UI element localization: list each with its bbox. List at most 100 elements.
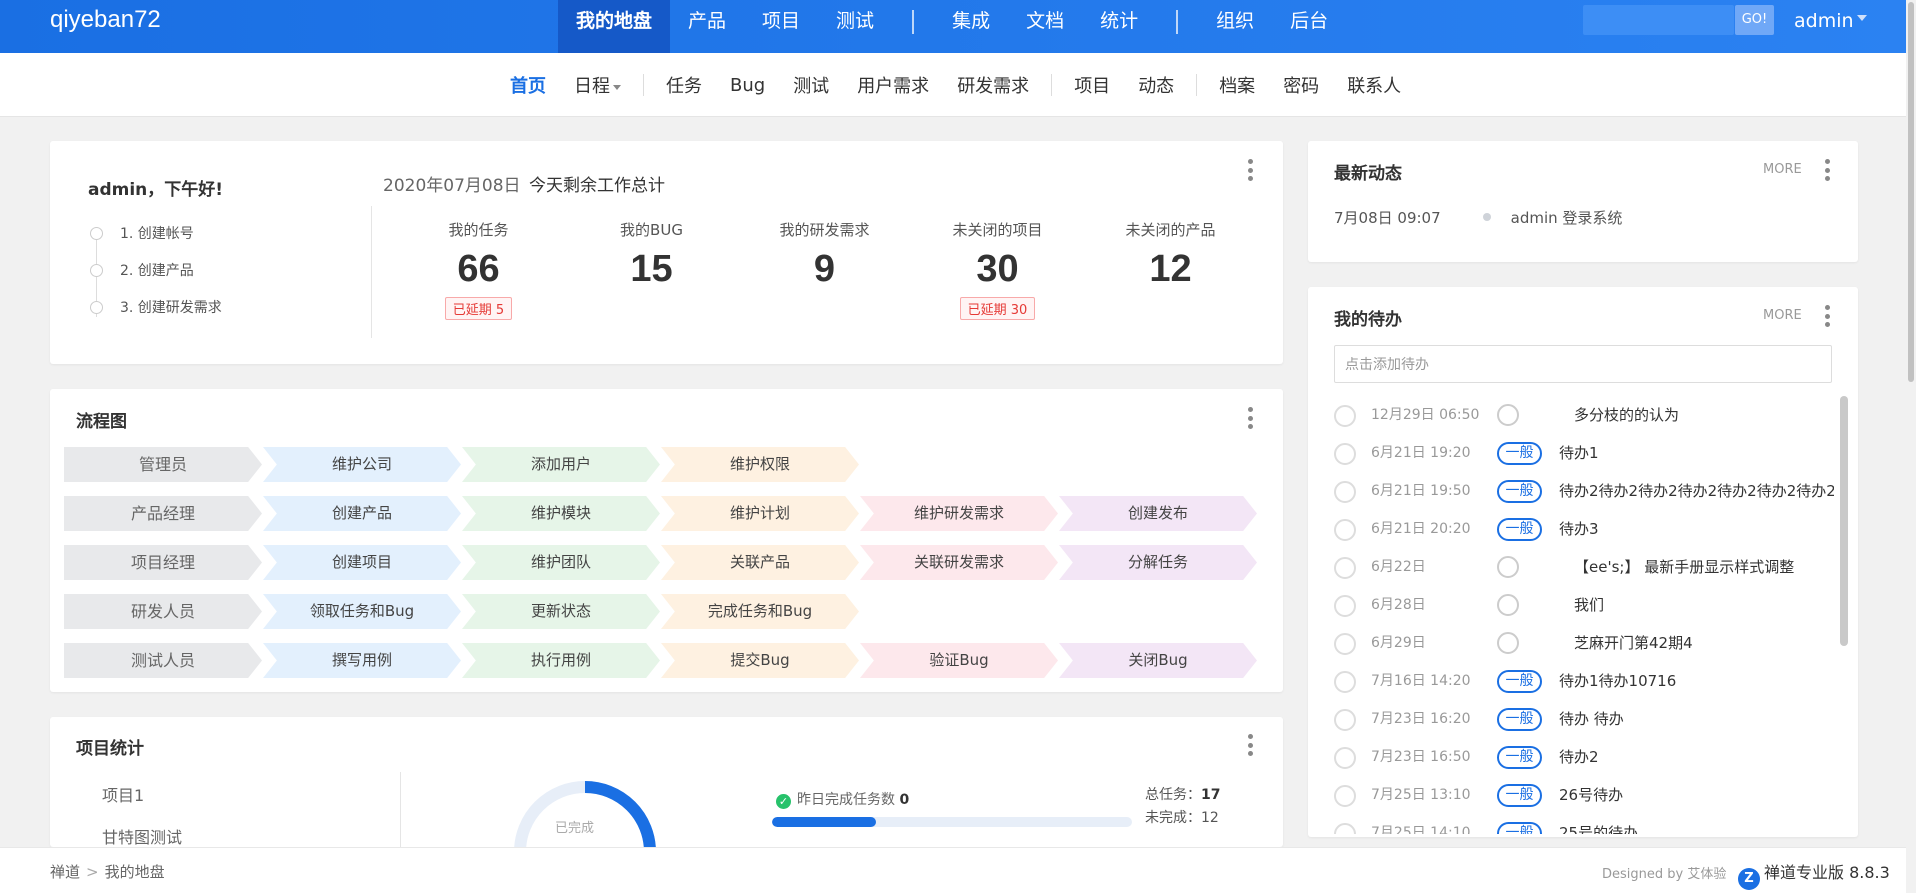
- flow-step[interactable]: 分解任务: [1059, 545, 1257, 580]
- todo-item[interactable]: 7月25日 13:10 一般 26号待办: [1334, 776, 1834, 814]
- search-input[interactable]: [1583, 5, 1733, 35]
- todo-checkbox-icon[interactable]: [1334, 595, 1356, 617]
- flow-step[interactable]: 领取任务和Bug: [263, 594, 461, 629]
- step-item[interactable]: 2. 创建产品: [90, 262, 222, 299]
- subnav-calendar[interactable]: 日程: [560, 72, 635, 98]
- stat-my-stories[interactable]: 我的研发需求 9: [738, 219, 911, 291]
- step-item[interactable]: 3. 创建研发需求: [90, 299, 222, 336]
- todo-checkbox-icon[interactable]: [1334, 633, 1356, 655]
- stat-open-products[interactable]: 未关闭的产品 12: [1084, 219, 1257, 291]
- nav-test[interactable]: 测试: [818, 0, 892, 53]
- flow-step[interactable]: 验证Bug: [860, 643, 1058, 678]
- todo-checkbox-icon[interactable]: [1334, 557, 1356, 579]
- flow-step[interactable]: 关闭Bug: [1059, 643, 1257, 678]
- panel-menu-icon[interactable]: [1248, 159, 1254, 181]
- stat-open-projects[interactable]: 未关闭的项目 30 已延期 30: [911, 219, 1084, 320]
- subnav-profile[interactable]: 档案: [1205, 72, 1269, 98]
- todo-checkbox-icon[interactable]: [1334, 747, 1356, 769]
- todo-checkbox-icon[interactable]: [1334, 823, 1356, 834]
- flow-step[interactable]: 更新状态: [462, 594, 660, 629]
- subnav-task[interactable]: 任务: [652, 72, 716, 98]
- nav-project[interactable]: 项目: [744, 0, 818, 53]
- todo-item[interactable]: 6月22日 【ee's;】 最新手册显示样式调整: [1334, 548, 1834, 586]
- subnav-test[interactable]: 测试: [779, 72, 843, 98]
- nav-my[interactable]: 我的地盘: [558, 0, 671, 53]
- subnav-password[interactable]: 密码: [1269, 72, 1333, 98]
- version-link[interactable]: Z 禅道专业版 8.8.3: [1738, 859, 1890, 890]
- todo-checkbox-icon[interactable]: [1334, 785, 1356, 807]
- nav-company[interactable]: 组织: [1198, 0, 1272, 53]
- todo-item[interactable]: 6月21日 20:20 一般 待办3: [1334, 510, 1834, 548]
- more-link[interactable]: MORE: [1763, 308, 1802, 323]
- nav-ci[interactable]: 集成: [934, 0, 1008, 53]
- flow-step[interactable]: 维护计划: [661, 496, 859, 531]
- todo-item[interactable]: 6月21日 19:20 一般 待办1: [1334, 434, 1834, 472]
- flow-step[interactable]: 关联产品: [661, 545, 859, 580]
- user-menu[interactable]: admin: [1794, 10, 1867, 32]
- nav-admin[interactable]: 后台: [1272, 0, 1346, 53]
- add-todo-input[interactable]: 点击添加待办: [1334, 345, 1832, 383]
- todo-item[interactable]: 6月29日 芝麻开门第42期4: [1334, 624, 1834, 662]
- panel-menu-icon[interactable]: [1825, 159, 1831, 181]
- todo-item[interactable]: 6月28日 我们: [1334, 586, 1834, 624]
- subnav-bug[interactable]: Bug: [716, 75, 779, 96]
- flow-step[interactable]: 创建项目: [263, 545, 461, 580]
- todo-checkbox-icon[interactable]: [1334, 671, 1356, 693]
- flow-step[interactable]: 维护团队: [462, 545, 660, 580]
- nav-product[interactable]: 产品: [670, 0, 744, 53]
- todo-scrollbar[interactable]: [1840, 396, 1848, 646]
- search-go-button[interactable]: GO!: [1735, 5, 1774, 35]
- stat-my-bugs[interactable]: 我的BUG 15: [565, 219, 738, 291]
- project-item[interactable]: 项目1: [102, 782, 182, 824]
- flow-step[interactable]: 撰写用例: [263, 643, 461, 678]
- step-dot-icon: [90, 301, 103, 314]
- subnav-dynamic[interactable]: 动态: [1124, 72, 1188, 98]
- page-scrollbar-thumb[interactable]: [1908, 2, 1914, 382]
- brand-logo[interactable]: qiyeban72: [50, 6, 161, 34]
- flow-step[interactable]: 执行用例: [462, 643, 660, 678]
- flow-step[interactable]: 维护公司: [263, 447, 461, 482]
- todo-name: 我们: [1574, 596, 1605, 614]
- panel-menu-icon[interactable]: [1248, 407, 1254, 429]
- step-item[interactable]: 1. 创建帐号: [90, 225, 222, 262]
- flow-step[interactable]: 添加用户: [462, 447, 660, 482]
- breadcrumb-item[interactable]: 禅道: [50, 863, 80, 881]
- project-item[interactable]: 甘特图测试: [102, 824, 182, 847]
- todo-item[interactable]: 7月23日 16:50 一般 待办2: [1334, 738, 1834, 776]
- flow-step[interactable]: 维护权限: [661, 447, 859, 482]
- page-scrollbar[interactable]: [1906, 0, 1916, 893]
- stat-label: 我的任务: [448, 221, 509, 239]
- todo-item[interactable]: 7月25日 14:10 一般 25号的待办: [1334, 814, 1834, 834]
- subnav-home[interactable]: 首页: [496, 72, 560, 98]
- subnav-dev-story[interactable]: 研发需求: [943, 72, 1043, 98]
- todo-item[interactable]: 7月23日 16:20 一般 待办 待办: [1334, 700, 1834, 738]
- breadcrumb-item[interactable]: 我的地盘: [105, 863, 165, 881]
- flow-step[interactable]: 维护研发需求: [860, 496, 1058, 531]
- flow-step[interactable]: 维护模块: [462, 496, 660, 531]
- todo-checkbox-icon[interactable]: [1334, 709, 1356, 731]
- subnav-contacts[interactable]: 联系人: [1333, 72, 1415, 98]
- todo-checkbox-icon[interactable]: [1334, 519, 1356, 541]
- flow-step[interactable]: 完成任务和Bug: [661, 594, 859, 629]
- todo-item[interactable]: 12月29日 06:50 多分枝的的认为: [1334, 396, 1834, 434]
- todo-item[interactable]: 7月16日 14:20 一般 待办1待办10716: [1334, 662, 1834, 700]
- subnav-user-story[interactable]: 用户需求: [843, 72, 943, 98]
- panel-menu-icon[interactable]: [1825, 305, 1831, 327]
- flow-step[interactable]: 关联研发需求: [860, 545, 1058, 580]
- flow-step[interactable]: 提交Bug: [661, 643, 859, 678]
- step-label: 3. 创建研发需求: [120, 300, 222, 316]
- more-link[interactable]: MORE: [1763, 162, 1802, 177]
- stat-my-tasks[interactable]: 我的任务 66 已延期 5: [392, 219, 565, 320]
- todo-checkbox-icon[interactable]: [1334, 443, 1356, 465]
- todo-item[interactable]: 6月21日 19:50 一般待办2待办2待办2待办2待办2待办2待办2待办2: [1334, 472, 1834, 510]
- flow-step[interactable]: 创建发布: [1059, 496, 1257, 531]
- todo-checkbox-icon[interactable]: [1334, 405, 1356, 427]
- nav-doc[interactable]: 文档: [1008, 0, 1082, 53]
- dynamic-item[interactable]: 7月08日 09:07 admin 登录系统: [1334, 207, 1622, 228]
- flow-step[interactable]: 创建产品: [263, 496, 461, 531]
- panel-menu-icon[interactable]: [1248, 734, 1254, 756]
- todo-checkbox-icon[interactable]: [1334, 481, 1356, 503]
- stat-label: 未关闭的产品: [1125, 221, 1216, 239]
- subnav-project[interactable]: 项目: [1060, 72, 1124, 98]
- nav-report[interactable]: 统计: [1082, 0, 1156, 53]
